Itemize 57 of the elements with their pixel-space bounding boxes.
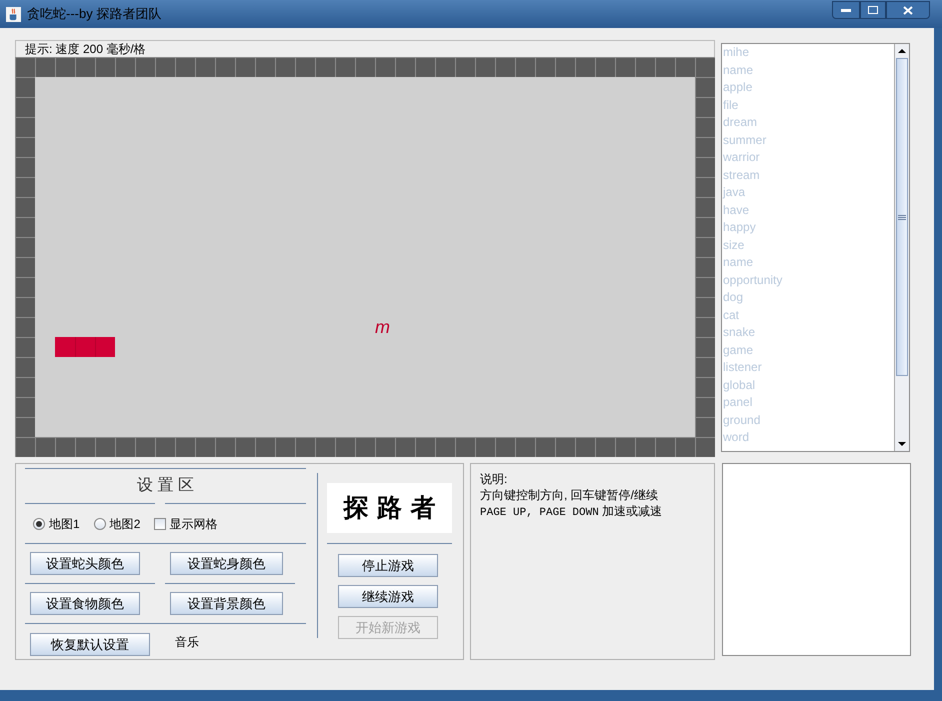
speed-hint: 提示: 速度 200 毫秒/格	[25, 42, 146, 56]
word-list-item[interactable]: apple	[722, 79, 894, 96]
word-list-item[interactable]: file	[722, 96, 894, 114]
word-list-item[interactable]: warrior	[722, 149, 894, 166]
game-control-button[interactable]: 继续游戏	[338, 585, 438, 608]
window-title: 贪吃蛇---by 探路者团队	[27, 5, 162, 24]
game-control-button: 开始新游戏	[338, 616, 438, 639]
word-list-item[interactable]: panel	[722, 394, 894, 412]
radio-button[interactable]	[94, 518, 106, 530]
word-list-item[interactable]: dream	[722, 114, 894, 132]
word-list-item[interactable]: name	[722, 254, 894, 272]
set-color-button[interactable]: 设置背景颜色	[170, 592, 283, 615]
word-list-item[interactable]: java	[722, 184, 894, 202]
word-list-item[interactable]: mihe	[722, 44, 894, 62]
word-list-item[interactable]: opportunity	[722, 272, 894, 289]
food-letter: m	[375, 317, 390, 337]
logo-text: 探 路 者	[343, 492, 436, 524]
maximize-button[interactable]	[860, 1, 886, 19]
scrollbar[interactable]	[894, 44, 909, 451]
word-list-item[interactable]: size	[722, 236, 894, 254]
radio-button[interactable]	[33, 518, 45, 530]
map-radio[interactable]: 地图2	[94, 514, 140, 532]
instructions-heading: 说明:	[480, 471, 508, 487]
minimize-button[interactable]	[832, 1, 860, 19]
set-color-button[interactable]: 设置蛇身颜色	[170, 552, 283, 575]
set-color-button[interactable]: 设置蛇头颜色	[30, 552, 140, 575]
checkbox[interactable]	[154, 518, 166, 530]
close-icon	[903, 6, 913, 14]
map-radio[interactable]: 地图1	[33, 514, 80, 532]
music-label: 音乐	[175, 634, 199, 650]
word-list-item[interactable]: dog	[722, 289, 894, 306]
grip-icon	[898, 214, 906, 220]
settings-title: 设 置 区	[137, 476, 194, 496]
snake-drawing	[55, 337, 115, 357]
coffee-cup-icon	[6, 6, 21, 22]
word-list-item[interactable]: game	[722, 342, 894, 359]
word-list-item[interactable]: happy	[722, 219, 894, 236]
maximize-icon	[868, 6, 878, 14]
minimize-icon	[841, 8, 851, 12]
close-button[interactable]	[886, 1, 930, 19]
word-list-item[interactable]: stream	[722, 166, 894, 184]
scroll-thumb[interactable]	[896, 58, 908, 376]
game-control-button[interactable]: 停止游戏	[338, 554, 438, 577]
show-grid-checkbox[interactable]: 显示网格	[154, 514, 218, 532]
word-list-item[interactable]: cat	[722, 306, 894, 324]
instruction-line: PAGE UP, PAGE DOWN 加速或减速	[480, 503, 664, 521]
word-list-item[interactable]: listener	[722, 359, 894, 376]
word-list-item[interactable]: snake	[722, 324, 894, 342]
word-list-item[interactable]: summer	[722, 132, 894, 149]
word-list-item[interactable]: ground	[722, 412, 894, 429]
reset-defaults-button[interactable]: 恢复默认设置	[30, 633, 150, 656]
set-color-button[interactable]: 设置食物颜色	[30, 592, 140, 615]
word-list-item[interactable]: word	[722, 429, 894, 446]
word-list-item[interactable]: name	[722, 62, 894, 79]
word-list-item[interactable]: have	[722, 202, 894, 219]
instruction-line: 方向键控制方向, 回车键暂停/继续	[480, 487, 660, 503]
word-list-item[interactable]: global	[722, 376, 894, 394]
